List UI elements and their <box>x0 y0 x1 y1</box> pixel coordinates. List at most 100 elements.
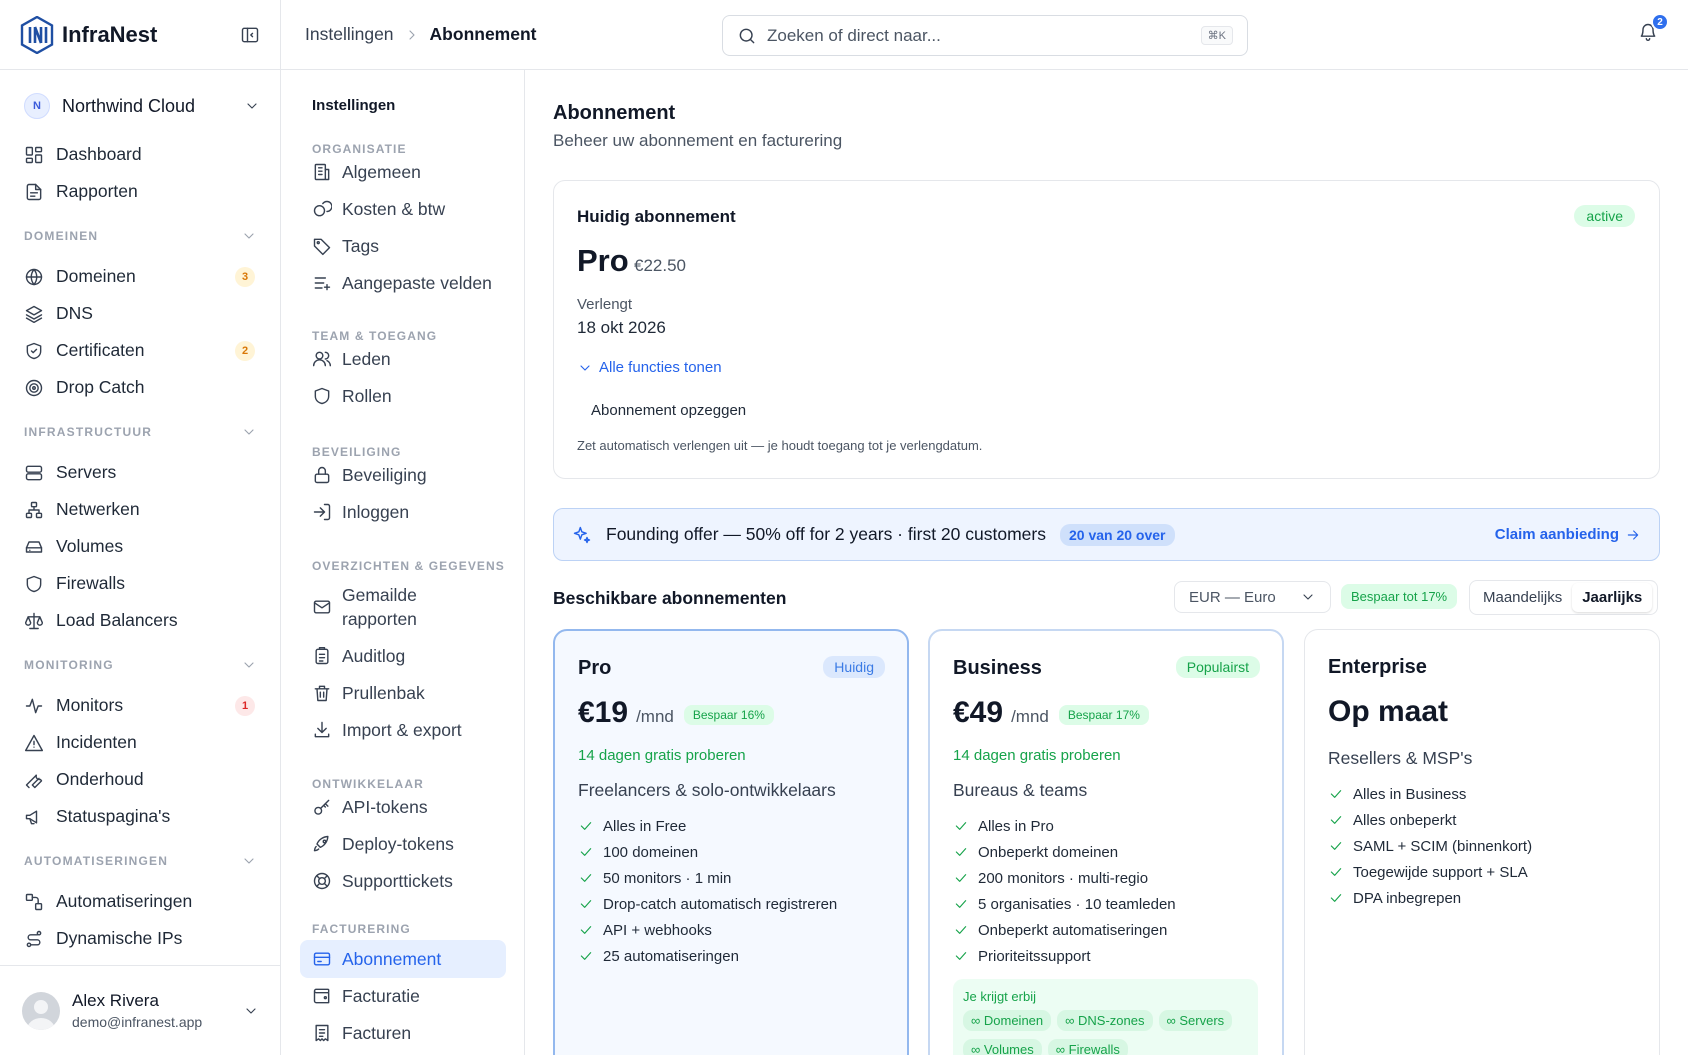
subnav-item-label: Abonnement <box>342 949 442 969</box>
subnav-item-facturen[interactable]: Facturen <box>300 1015 506 1051</box>
sidebar-item-domeinen[interactable]: Domeinen 3 <box>0 258 281 295</box>
sidebar-item-statuspaginas[interactable]: Statuspagina's <box>0 798 281 835</box>
subnav-item-gemailde-rapporten[interactable]: Gemailde rapporten <box>300 582 506 632</box>
subnav-item-label: Tags <box>342 236 379 256</box>
subnav-item-deploy-tokens[interactable]: Deploy-tokens <box>300 826 506 862</box>
sidebar-item-dashboard[interactable]: Dashboard <box>0 136 281 173</box>
check-icon <box>580 926 592 934</box>
sidebar-item-rapporten[interactable]: Rapporten <box>0 173 281 210</box>
sidebar-item-servers[interactable]: Servers <box>0 454 281 491</box>
show-features-link[interactable]: Alle functies tonen <box>577 359 722 376</box>
extra-chip: ∞ Volumes <box>963 1039 1042 1055</box>
feature-item: Onbeperkt automatiseringen <box>953 917 1176 943</box>
plan-features: Alles in Free 100 domeinen 50 monitors ·… <box>578 813 837 969</box>
cancel-subscription-button[interactable]: Abonnement opzeggen <box>591 402 746 419</box>
sidebar-item-onderhoud[interactable]: Onderhoud <box>0 761 281 798</box>
current-plan-card: Huidig abonnement active Pro €22.50 Verl… <box>553 180 1660 479</box>
feature-label: Alles in Pro <box>978 817 1054 835</box>
feature-item: 25 automatiseringen <box>578 943 837 969</box>
section-monitoring[interactable]: MONITORING <box>0 643 281 687</box>
hard-drive-icon <box>24 537 44 557</box>
feature-item: 200 monitors · multi-regio <box>953 865 1176 891</box>
notifications-button[interactable]: 2 <box>1638 13 1669 42</box>
breadcrumb-instellingen[interactable]: Instellingen <box>305 24 394 45</box>
plan-period: /mnd <box>1011 707 1049 726</box>
feature-label: Prioriteitssupport <box>978 947 1091 965</box>
feature-item: API + webhooks <box>578 917 837 943</box>
sidebar-item-incidenten[interactable]: Incidenten <box>0 724 281 761</box>
subnav-item-rollen[interactable]: Rollen <box>300 378 506 414</box>
collapse-sidebar-icon[interactable] <box>240 25 260 45</box>
subnav-item-leden[interactable]: Leden <box>300 341 506 377</box>
feature-item: Onbeperkt domeinen <box>953 839 1176 865</box>
feature-label: DPA inbegrepen <box>1353 889 1462 907</box>
page-subtitle: Beheer uw abonnement en facturering <box>553 131 843 150</box>
plan-name: Business <box>953 657 1042 679</box>
sidebar-item-monitors[interactable]: Monitors 1 <box>0 687 281 724</box>
section-infrastructuur[interactable]: INFRASTRUCTUUR <box>0 410 281 454</box>
building-icon <box>312 162 332 182</box>
claim-offer-link[interactable]: Claim aanbieding <box>1495 526 1641 543</box>
search-input[interactable]: Zoeken of direct naar... ⌘K <box>722 15 1248 56</box>
org-avatar: N <box>24 93 50 119</box>
sidebar-item-dynamische-ips[interactable]: Dynamische IPs <box>0 920 281 957</box>
sidebar-item-load-balancers[interactable]: Load Balancers <box>0 602 281 639</box>
plan-save-badge: Bespaar 16% <box>683 705 774 725</box>
subnav-item-aangepaste-velden[interactable]: Aangepaste velden <box>300 265 506 301</box>
plan-card-pro[interactable]: Pro Huidig €19 /mnd Bespaar 16% 14 dagen… <box>553 629 909 1055</box>
subnav-item-facturatie[interactable]: Facturatie <box>300 978 506 1014</box>
subnav-item-supporttickets[interactable]: Supporttickets <box>300 863 506 899</box>
subnav-item-label: Leden <box>342 349 391 369</box>
wrench-icon <box>24 770 44 790</box>
feature-label: Alles in Business <box>1353 785 1467 803</box>
subnav-item-label: Gemailde rapporten <box>342 585 417 629</box>
target-icon <box>24 378 44 398</box>
sidebar-item-firewalls[interactable]: Firewalls <box>0 565 281 602</box>
toggle-yearly[interactable]: Jaarlijks <box>1572 583 1653 612</box>
sidebar-item-label: Automatiseringen <box>56 891 193 911</box>
subnav-item-auditlog[interactable]: Auditlog <box>300 638 506 674</box>
chevron-down-icon <box>243 1003 259 1019</box>
subnav-item-api-tokens[interactable]: API-tokens <box>300 789 506 825</box>
plan-price: €19 <box>578 696 629 729</box>
subnav-item-kosten-btw[interactable]: Kosten & btw <box>300 191 506 227</box>
org-switcher[interactable]: N Northwind Cloud <box>24 90 260 122</box>
check-icon <box>1330 868 1342 876</box>
show-features-label: Alle functies tonen <box>599 359 722 376</box>
count-badge: 2 <box>235 340 255 361</box>
feature-item: DPA inbegrepen <box>1328 885 1532 911</box>
offer-text: Founding offer — 50% off for 2 years · f… <box>606 524 1046 544</box>
subnav-item-abonnement[interactable]: Abonnement <box>300 940 506 978</box>
subnav-item-tags[interactable]: Tags <box>300 228 506 264</box>
section-automatiseringen[interactable]: AUTOMATISERINGEN <box>0 839 281 883</box>
sidebar-item-label: Load Balancers <box>56 610 178 630</box>
sidebar-item-automatiseringen[interactable]: Automatiseringen <box>0 883 281 920</box>
user-menu[interactable]: Alex Rivera demo@infranest.app <box>0 965 281 1055</box>
subnav-item-label: Kosten & btw <box>342 199 446 219</box>
globe-icon <box>24 267 44 287</box>
plan-card-business[interactable]: Business Populairst €49 /mnd Bespaar 17%… <box>928 629 1284 1055</box>
sidebar-item-volumes[interactable]: Volumes <box>0 528 281 565</box>
sidebar-item-dns[interactable]: DNS <box>0 295 281 332</box>
coins-icon <box>312 199 332 219</box>
sidebar-item-netwerken[interactable]: Netwerken <box>0 491 281 528</box>
search-placeholder: Zoeken of direct naar... <box>767 25 941 45</box>
plan-audience: Resellers & MSP's <box>1328 748 1473 768</box>
toggle-monthly[interactable]: Maandelijks <box>1473 583 1572 612</box>
list-plus-icon <box>312 273 332 293</box>
sidebar-nav: Dashboard Rapporten DOMEINEN Domeinen 3 … <box>0 136 281 957</box>
feature-label: Toegewijde support + SLA <box>1353 863 1528 881</box>
subnav-item-algemeen[interactable]: Algemeen <box>300 154 506 190</box>
feature-item: 50 monitors · 1 min <box>578 865 837 891</box>
subnav-item-import-export[interactable]: Import & export <box>300 712 506 748</box>
sidebar-item-label: Volumes <box>56 536 124 556</box>
available-plans-title: Beschikbare abonnementen <box>553 588 787 608</box>
section-domeinen[interactable]: DOMEINEN <box>0 214 281 258</box>
currency-select[interactable]: EUR — Euro <box>1174 581 1331 613</box>
subnav-item-beveiliging[interactable]: Beveiliging <box>300 457 506 493</box>
sidebar-item-certificaten[interactable]: Certificaten 2 <box>0 332 281 369</box>
subnav-item-inloggen[interactable]: Inloggen <box>300 494 506 530</box>
subnav-item-prullenbak[interactable]: Prullenbak <box>300 675 506 711</box>
sidebar-item-drop-catch[interactable]: Drop Catch <box>0 369 281 406</box>
plan-card-enterprise[interactable]: Enterprise Op maat Resellers & MSP's All… <box>1304 629 1660 1055</box>
